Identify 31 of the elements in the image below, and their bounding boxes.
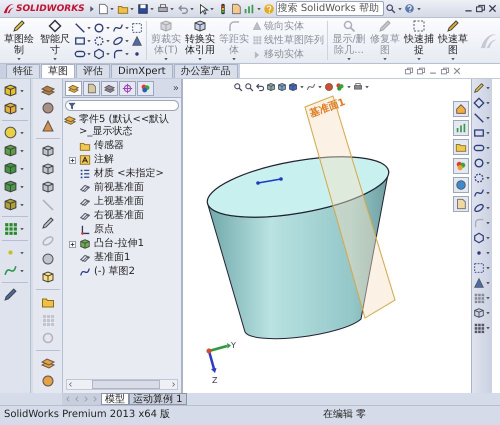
- ribbon-tab[interactable]: DimXpert: [111, 64, 173, 78]
- tree-item[interactable]: 注解: [93, 154, 115, 166]
- more-tabs-button[interactable]: »: [172, 83, 179, 94]
- tree-item[interactable]: 凸台-拉伸1: [93, 238, 145, 250]
- model-tab[interactable]: 运动算例 1: [129, 393, 187, 405]
- ribbon-tab[interactable]: 评估: [76, 64, 110, 78]
- ribbon-button[interactable]: 转换实体引用: [184, 19, 216, 62]
- ribbon-tab[interactable]: 草图: [41, 64, 75, 78]
- status-text: SolidWorks Premium 2013 x64 版: [4, 408, 170, 421]
- tree-item[interactable]: 材质 <未指定>: [93, 168, 165, 180]
- tree-item[interactable]: 基准面1: [93, 252, 132, 264]
- tree-item[interactable]: 传感器: [93, 140, 125, 152]
- app-logo: SOLIDWORKS: [16, 4, 85, 14]
- ribbon-button[interactable]: 快速捕捉: [403, 19, 435, 62]
- tree-item[interactable]: (-) 草图2: [93, 266, 136, 278]
- ribbon-button[interactable]: 草图绘制: [2, 19, 36, 62]
- search-field[interactable]: 搜索 SolidWorks 帮助: [276, 1, 384, 16]
- plane-label: 基准面1: [308, 96, 347, 120]
- model-tab[interactable]: 模型: [101, 393, 129, 405]
- tree-item[interactable]: 前视基准面: [93, 182, 145, 194]
- ribbon-button[interactable]: 快速草图: [437, 19, 469, 62]
- status-text: 在编辑 零: [322, 408, 366, 421]
- tree-item[interactable]: 右视基准面: [93, 210, 145, 222]
- ribbon-tab[interactable]: 特征: [6, 64, 40, 78]
- ribbon-tab[interactable]: 办公室产品: [174, 64, 238, 78]
- ribbon-button[interactable]: 智能尺寸: [38, 19, 72, 62]
- axis-label: Y: [231, 341, 236, 350]
- axis-label: Z: [212, 376, 218, 385]
- tree-item[interactable]: 零件5 (默认<<默认>_显示状态: [78, 114, 181, 138]
- tree-item[interactable]: 上视基准面: [93, 196, 145, 208]
- tree-item[interactable]: 原点: [93, 224, 115, 236]
